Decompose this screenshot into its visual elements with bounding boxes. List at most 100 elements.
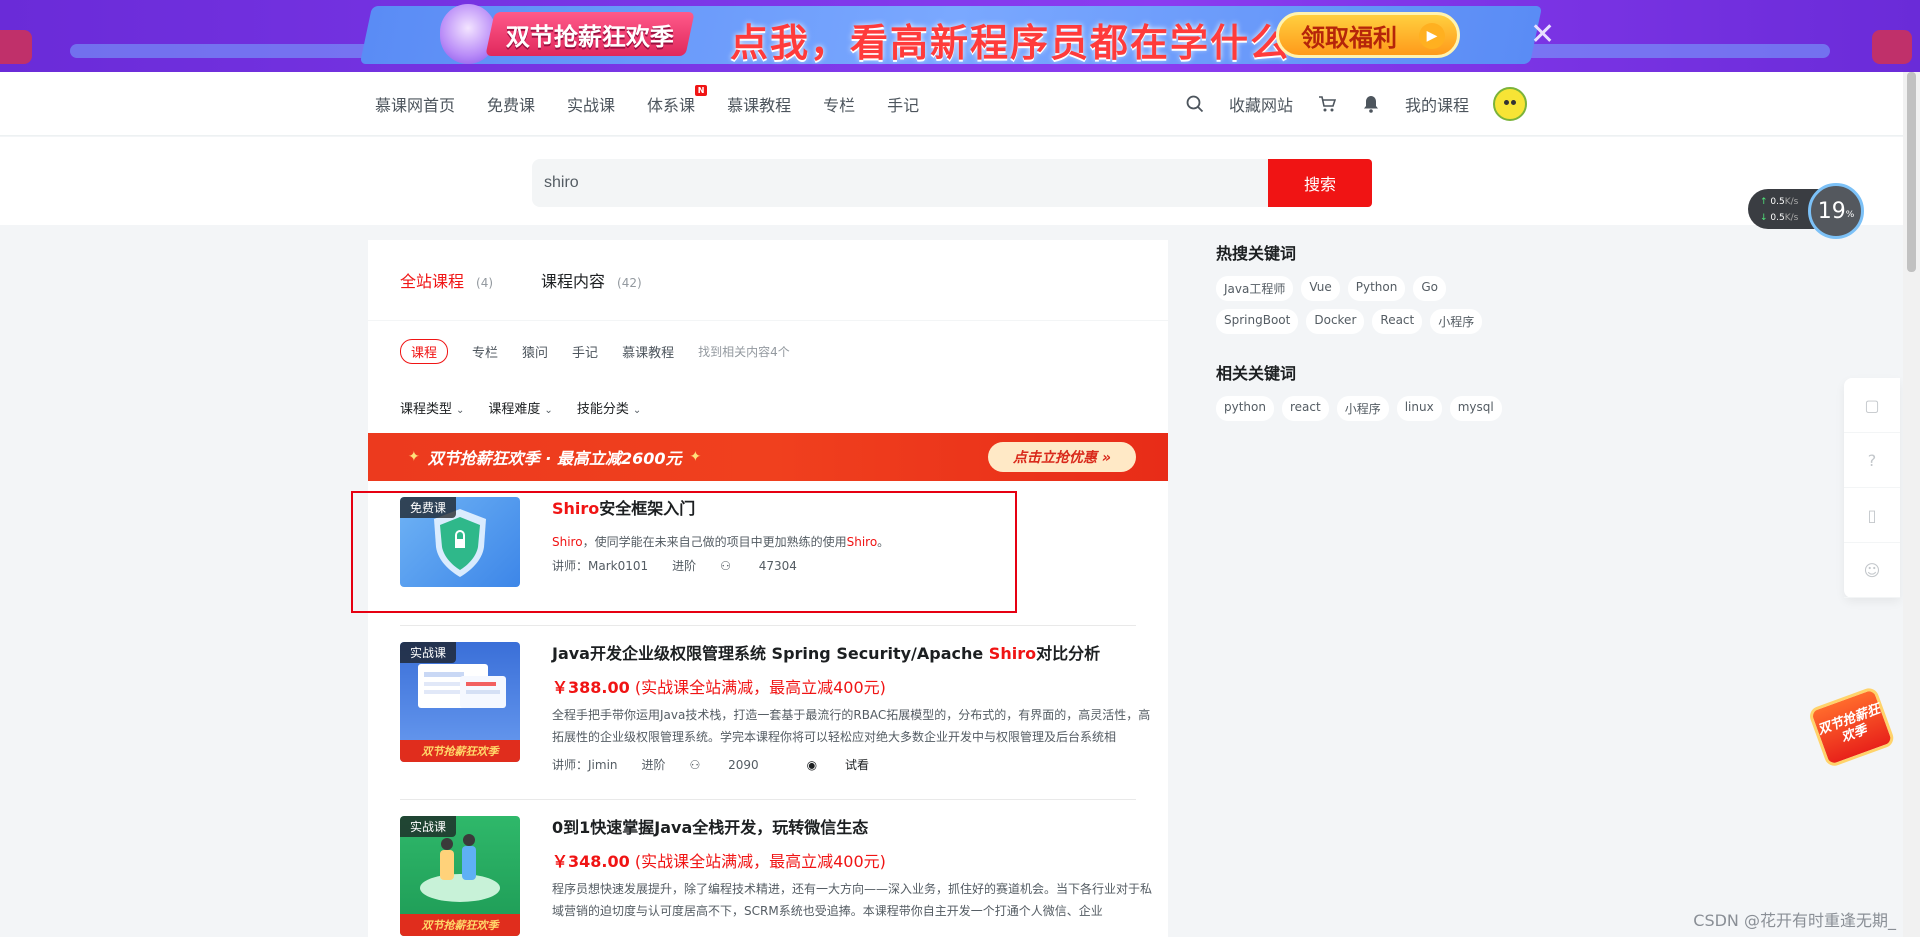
- service-icon[interactable]: ☺: [1844, 543, 1900, 598]
- arrow-down-icon: ↓: [1760, 213, 1771, 223]
- course-info: Java开发企业级权限管理系统 Spring Security/Apache S…: [552, 642, 1152, 773]
- tab-course-content[interactable]: 课程内容 (42): [541, 268, 642, 292]
- nav-free-courses[interactable]: 免费课: [487, 92, 535, 116]
- promo-button[interactable]: 点击立抢优惠 »: [988, 442, 1136, 472]
- my-courses-link[interactable]: 我的课程: [1405, 92, 1469, 116]
- play-icon: ▶: [1419, 23, 1445, 49]
- tab-count: (42): [617, 276, 642, 290]
- tab-count: (4): [476, 276, 494, 290]
- course-item[interactable]: 实战课 双节抢薪狂欢季 Java开发企业级权限管理系统 Spring Secur…: [400, 626, 1150, 800]
- course-item[interactable]: 实战课 双节抢薪狂欢季 0到1快速掌握Java全栈开发，玩转微信生态 ￥348.…: [400, 800, 1152, 937]
- keyword-chip[interactable]: react: [1281, 396, 1329, 421]
- upload-value: 0.5: [1770, 197, 1785, 207]
- nav-notes[interactable]: 手记: [887, 92, 919, 116]
- promo-strip[interactable]: ✦ 双节抢薪狂欢季 · 最高立减2600元 ✦ 点击立抢优惠 »: [368, 433, 1168, 481]
- top-promo-banner[interactable]: 双节抢薪狂欢季 点我，看高新程序员都在学什么 领取福利 ▶ ✕: [0, 0, 1920, 72]
- nav-tutorials[interactable]: 慕课教程: [727, 92, 791, 116]
- tab-all-courses[interactable]: 全站课程 (4): [400, 268, 493, 292]
- cart-icon[interactable]: [1317, 94, 1337, 114]
- keyword-chip[interactable]: linux: [1396, 396, 1442, 421]
- search-button[interactable]: 搜索: [1268, 159, 1372, 207]
- chevron-down-icon: ⌄: [456, 404, 465, 416]
- search-input[interactable]: [532, 159, 1268, 207]
- nav-columns[interactable]: 专栏: [823, 92, 855, 116]
- nav-system-courses[interactable]: 体系课 N: [647, 85, 708, 116]
- network-speed-widget[interactable]: ↑ 0.5K/s ↓ 0.5K/s 19%: [1748, 183, 1868, 239]
- highlight-box: [351, 491, 1017, 613]
- keyword-chip[interactable]: React: [1372, 309, 1423, 334]
- course-title-text: 对比分析: [1036, 644, 1101, 663]
- course-price: ￥388.00 (实战课全站满减，最高立减400元): [552, 674, 1152, 698]
- course-thumbnail[interactable]: 实战课 双节抢薪狂欢季: [400, 642, 520, 762]
- keyword-highlight: Shiro: [988, 644, 1037, 663]
- subtab-notes[interactable]: 手记: [572, 340, 598, 363]
- usage-value: 19: [1817, 198, 1846, 224]
- mobile-icon[interactable]: ▯: [1844, 488, 1900, 543]
- keyword-chip[interactable]: mysql: [1449, 396, 1502, 421]
- course-teacher: 讲师：Jimin: [552, 758, 618, 772]
- gift-icon: [1872, 30, 1912, 64]
- banner-close-button[interactable]: ✕: [1530, 20, 1555, 50]
- keyword-chip[interactable]: Java工程师: [1216, 276, 1294, 301]
- course-thumbnail[interactable]: 实战课 双节抢薪狂欢季: [400, 816, 520, 936]
- subtab-tutorials[interactable]: 慕课教程: [622, 340, 674, 363]
- filter-label: 课程类型: [400, 401, 453, 417]
- search-area: 搜索: [0, 137, 1903, 225]
- thumbnail-promo-label: 双节抢薪狂欢季: [400, 914, 520, 936]
- avatar[interactable]: [1493, 87, 1528, 121]
- sparkle-icon: ✦: [408, 449, 420, 465]
- search-icon[interactable]: [1185, 94, 1205, 114]
- tab-label: 课程内容: [541, 272, 606, 291]
- help-icon[interactable]: ?: [1844, 433, 1900, 488]
- course-title[interactable]: 0到1快速掌握Java全栈开发，玩转微信生态: [552, 816, 1152, 840]
- course-title-text: Java开发企业级权限管理系统 Spring Security/Apache: [552, 644, 989, 663]
- course-description: 全程手把手带你运用Java技术栈，打造一套基于最流行的RBAC拓展模型的，分布式…: [552, 708, 1151, 744]
- subtab-columns[interactable]: 专栏: [472, 340, 498, 363]
- student-count-value: 2090: [728, 757, 759, 772]
- banner-cta-label: 领取福利: [1301, 23, 1397, 52]
- hot-keywords-title: 热搜关键词: [1216, 244, 1297, 263]
- favorite-site-link[interactable]: 收藏网站: [1229, 92, 1293, 116]
- floating-promo-text: 双节抢薪狂欢季: [1807, 685, 1897, 769]
- tab-label: 全站课程: [400, 272, 465, 291]
- subtab-courses[interactable]: 课程: [400, 338, 449, 364]
- keyword-chip[interactable]: 小程序: [1430, 309, 1483, 334]
- banner-headline[interactable]: 点我，看高新程序员都在学什么: [730, 12, 1290, 67]
- keyword-chip[interactable]: Python: [1347, 276, 1406, 301]
- keyword-chip[interactable]: python: [1216, 396, 1274, 421]
- main-nav: 慕课网首页 免费课 实战课 体系课 N 慕课教程 专栏 手记: [375, 72, 951, 136]
- scrollbar[interactable]: [1903, 72, 1920, 937]
- keyword-chip[interactable]: Go: [1413, 276, 1446, 301]
- subtab-qa[interactable]: 猿问: [522, 340, 548, 363]
- keyword-chip[interactable]: Docker: [1306, 309, 1365, 334]
- course-type-badge: 实战课: [400, 816, 457, 837]
- chevron-down-icon: ⌄: [544, 404, 553, 416]
- trial-link[interactable]: ◉ 试看: [807, 756, 893, 773]
- sparkle-icon: ✦: [689, 449, 702, 465]
- bell-icon[interactable]: [1361, 94, 1381, 114]
- banner-cta-button[interactable]: 领取福利 ▶: [1276, 12, 1460, 58]
- feedback-icon[interactable]: ▢: [1844, 378, 1900, 433]
- keyword-chip[interactable]: SpringBoot: [1216, 309, 1299, 334]
- course-level: 进阶: [641, 758, 666, 772]
- nav-home[interactable]: 慕课网首页: [375, 92, 455, 116]
- nav-system-label: 体系课: [647, 96, 696, 115]
- keyword-sidebar: 热搜关键词 Java工程师 Vue Python Go SpringBoot D…: [1216, 240, 1516, 447]
- keyword-chip[interactable]: Vue: [1301, 276, 1340, 301]
- new-badge: N: [695, 85, 708, 96]
- filter-difficulty[interactable]: 课程难度 ⌄: [488, 398, 552, 417]
- promo-text: 双节抢薪狂欢季 · 最高立减2600元: [427, 449, 682, 468]
- play-circle-icon: ◉: [806, 758, 821, 772]
- speed-unit: K/s: [1784, 197, 1799, 207]
- price-value: ￥388.00: [552, 678, 630, 697]
- thumbnail-promo-label: 双节抢薪狂欢季: [400, 740, 520, 762]
- filter-skill-category[interactable]: 技能分类 ⌄: [577, 398, 641, 417]
- nav-practical-courses[interactable]: 实战课: [567, 92, 615, 116]
- filter-bar: 课程类型 ⌄ 课程难度 ⌄ 技能分类 ⌄: [368, 381, 1168, 433]
- course-title[interactable]: Java开发企业级权限管理系统 Spring Security/Apache S…: [552, 642, 1152, 666]
- scrollbar-thumb[interactable]: [1907, 72, 1916, 272]
- filter-course-type[interactable]: 课程类型 ⌄: [400, 398, 464, 417]
- keyword-chip[interactable]: 小程序: [1336, 396, 1389, 421]
- hot-keywords: Java工程师 Vue Python Go SpringBoot Docker …: [1216, 276, 1516, 342]
- floating-promo-badge[interactable]: 双节抢薪狂欢季: [1798, 674, 1906, 782]
